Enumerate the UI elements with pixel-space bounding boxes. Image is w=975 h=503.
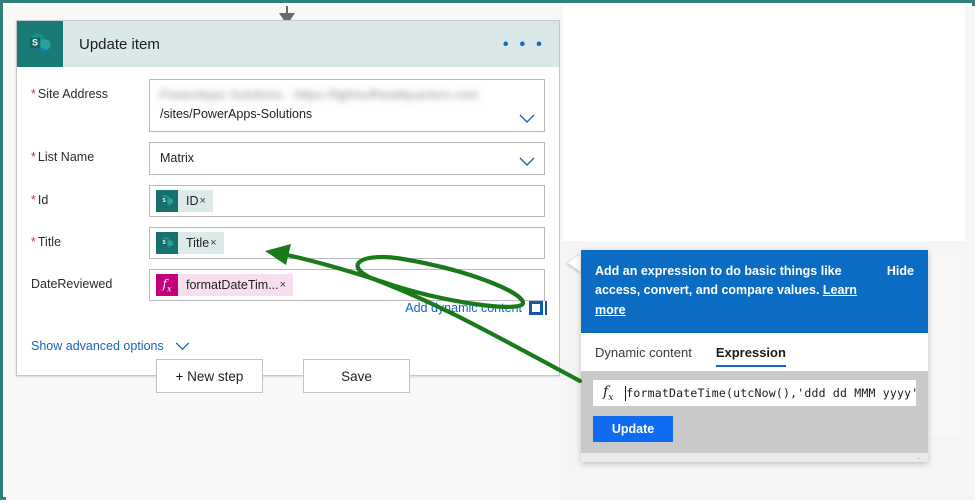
expression-editor-area: fx formatDateTime(utcNow(),'ddd dd MMM y… [581,371,928,454]
token-remove-icon[interactable]: × [200,195,206,207]
expression-input[interactable]: fx formatDateTime(utcNow(),'ddd dd MMM y… [593,380,916,407]
site-address-combobox[interactable]: PowerApps Solutions - https://lightsofhe… [149,79,545,132]
required-indicator: * [31,193,36,208]
page-title: Update item [79,35,160,53]
datereviewed-input[interactable]: fx formatDateTim... × [149,269,545,302]
flyout-scroll-gutter[interactable] [928,250,961,436]
field-label-datereviewed: DateReviewed [31,277,113,292]
list-name-combobox[interactable]: Matrix [149,141,545,176]
action-card-body: * Site Address PowerApps Solutions - http… [17,67,559,375]
update-item-action-card[interactable]: S Update item • • • * Site Address PowerA… [16,20,560,377]
svg-text:S: S [32,38,38,48]
update-expression-button[interactable]: Update [593,416,673,443]
fx-icon: fx [603,383,614,403]
flyout-info-banner: Add an expression to do basic things lik… [581,250,928,334]
chevron-down-icon[interactable] [175,342,190,351]
flow-designer-canvas: S Update item • • • * Site Address PowerA… [6,6,560,500]
dynamic-token-id[interactable]: S ID × [156,190,213,213]
title-input[interactable]: S Title × [149,227,545,260]
sharepoint-icon: S [156,232,178,255]
hide-banner-link[interactable]: Hide [887,262,914,281]
chevron-down-icon[interactable] [519,114,535,124]
save-button[interactable]: Save [303,359,410,393]
required-indicator: * [31,235,36,250]
field-row-site-address: * Site Address PowerApps Solutions - http… [31,79,545,132]
token-label: formatDateTim... × [178,274,294,297]
action-card-header: S Update item • • • [17,21,559,67]
list-name-value[interactable]: Matrix [150,143,544,174]
sharepoint-icon: S [17,21,63,67]
dynamic-token-title[interactable]: S Title × [156,232,224,255]
dynamic-content-badge-icon[interactable] [529,301,547,316]
token-remove-icon[interactable]: × [210,237,216,249]
expression-token-formatdatetime[interactable]: fx formatDateTim... × [156,274,294,297]
required-indicator: * [31,87,36,101]
id-token-holder[interactable]: S ID × [150,186,544,216]
flyout-banner-text: Add an expression to do basic things lik… [595,264,857,317]
token-label: ID × [178,190,213,213]
site-address-value[interactable]: PowerApps Solutions - https://lightsofhe… [150,80,544,131]
expression-input-value: formatDateTime(utcNow(),'ddd dd MMM yyyy… [626,386,916,401]
add-dynamic-content-link[interactable]: Add dynamic content [405,301,522,315]
tab-expression[interactable]: Expression [715,333,787,371]
token-remove-icon[interactable]: × [280,279,286,291]
screenshot-frame: S Update item • • • * Site Address PowerA… [0,0,975,500]
flyout-footer: . [581,451,928,463]
add-dynamic-content-row: Add dynamic content [31,299,547,316]
field-row-title: * Title S Title × [31,227,545,260]
svg-text:S: S [162,240,166,246]
field-label-id: * Id [31,193,49,208]
token-label: Title × [178,232,224,255]
show-advanced-options-link[interactable]: Show advanced options [31,339,164,353]
field-row-id: * Id S ID × [31,185,545,218]
site-address-visible-value: /sites/PowerApps-Solutions [160,107,313,122]
field-row-list-name: * List Name Matrix [31,141,545,176]
flyout-footer-marker: . [917,451,920,462]
svg-text:S: S [162,198,166,204]
id-input[interactable]: S ID × [149,185,545,218]
tab-dynamic-content[interactable]: Dynamic content [595,333,692,371]
field-row-datereviewed: DateReviewed fx formatDateTim... × [31,269,545,302]
expression-flyout-panel: Add an expression to do basic things lik… [581,250,928,463]
datereviewed-token-holder[interactable]: fx formatDateTim... × [150,270,544,300]
flyout-tab-bar: Dynamic content Expression [581,333,928,372]
field-label-site-address: * Site Address [31,87,109,101]
site-address-blurred-prefix: PowerApps Solutions - https://lightsofhe… [160,88,479,102]
action-menu-button[interactable]: • • • [503,36,545,53]
sharepoint-icon: S [156,190,178,213]
fx-icon: fx [156,274,178,297]
title-token-holder[interactable]: S Title × [150,228,544,258]
required-indicator: * [31,149,36,164]
flyout-pointer [568,253,582,273]
field-label-list-name: * List Name [31,149,95,164]
field-label-title: * Title [31,235,62,250]
action-buttons-row: + New step Save [6,359,560,393]
right-pane-white-surface [563,6,965,241]
chevron-down-icon[interactable] [519,157,535,167]
new-step-button[interactable]: + New step [156,359,263,393]
